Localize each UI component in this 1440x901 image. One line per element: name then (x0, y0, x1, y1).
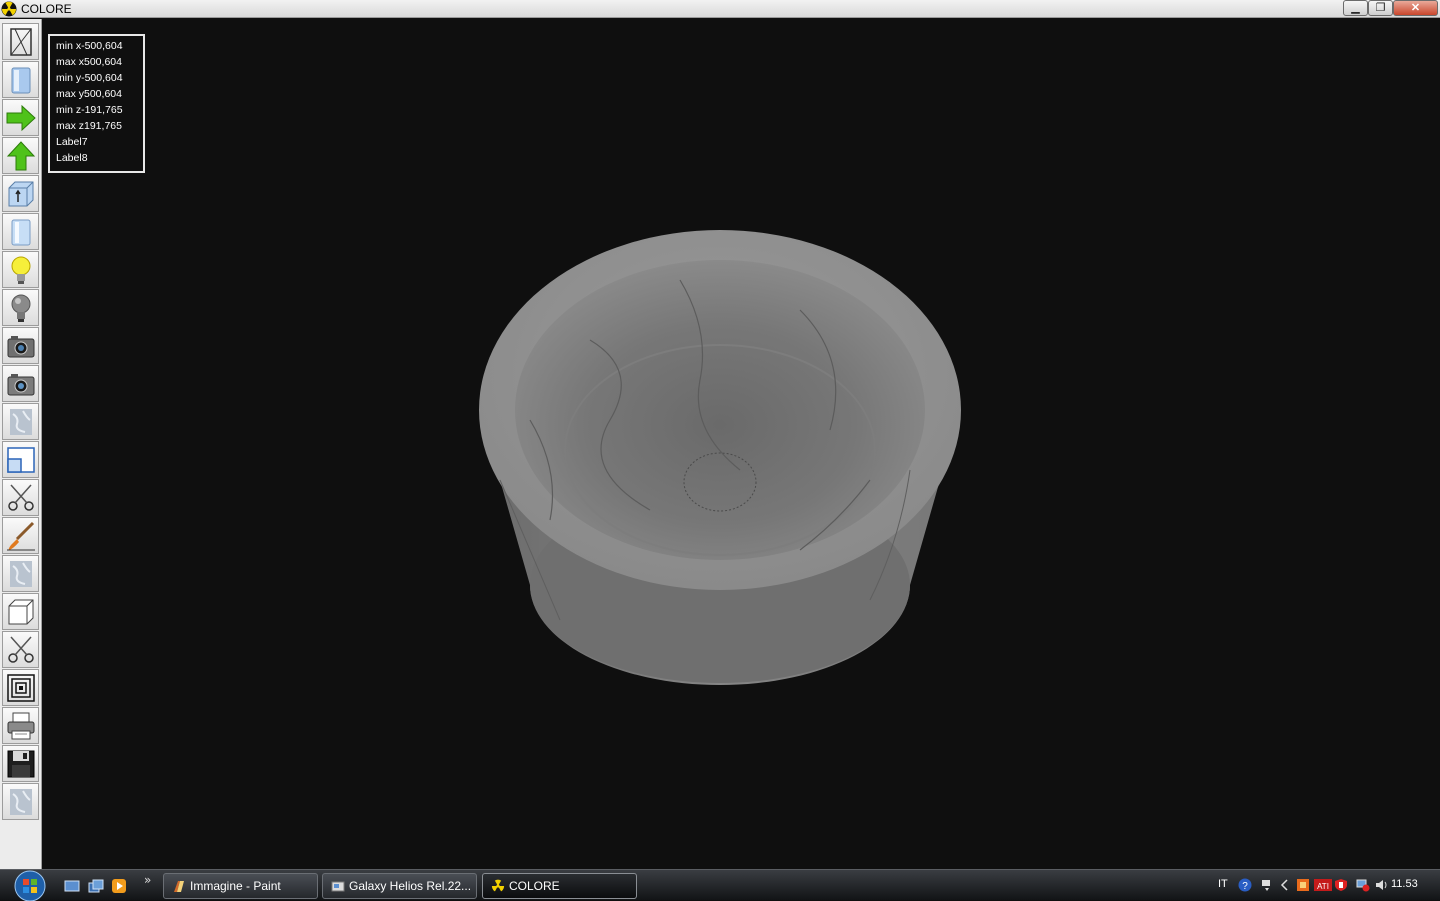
max-x-label: max x500,604 (56, 56, 122, 68)
camera-alt-tool[interactable] (2, 365, 39, 402)
shield-security-icon[interactable] (1334, 878, 1348, 892)
restore-button[interactable]: ❐ (1368, 0, 1393, 16)
light-bulb-on-tool[interactable] (2, 251, 39, 288)
language-bar-icon[interactable] (1260, 878, 1274, 892)
extrude-cube-icon (8, 181, 33, 206)
concentric-squares-tool[interactable] (2, 669, 39, 706)
paint-brush-tool[interactable] (2, 517, 39, 554)
taskbar: » Immagine - Paint Galaxy Helios Rel.22.… (0, 869, 1440, 901)
floppy-disk-icon (7, 750, 34, 777)
galaxy-helios-icon (331, 881, 345, 892)
arrow-right-tool[interactable] (2, 99, 39, 136)
solid-cylinder-tool[interactable] (2, 61, 39, 98)
start-button[interactable] (9, 870, 51, 901)
bounds-info-panel: min x-500,604 max x500,604 min y-500,604… (48, 34, 145, 173)
scissors-alt-icon (7, 636, 34, 663)
close-button[interactable]: ✕ (1393, 0, 1438, 16)
camera-icon (7, 335, 34, 357)
language-indicator[interactable]: IT (1218, 878, 1228, 890)
light-bulb-off-icon (11, 294, 30, 322)
marble-texture-third-tool[interactable] (2, 783, 39, 820)
task-galaxy-helios[interactable]: Galaxy Helios Rel.22... (322, 873, 477, 899)
task-label: Galaxy Helios Rel.22... (349, 879, 472, 893)
marble-texture-alt-icon (9, 560, 32, 587)
label8: Label8 (56, 152, 88, 164)
camera-tool[interactable] (2, 327, 39, 364)
help-icon[interactable]: ? (1238, 878, 1252, 892)
ati-icon[interactable]: ATI (1314, 878, 1332, 892)
marble-texture-alt-tool[interactable] (2, 555, 39, 592)
label7: Label7 (56, 136, 88, 148)
quick-launch-more[interactable]: » (144, 873, 151, 887)
max-z-label: max z191,765 (56, 120, 122, 132)
marble-texture-tool[interactable] (2, 403, 39, 440)
cube-icon (8, 599, 33, 624)
arrow-up-icon (6, 140, 35, 170)
camera-alt-icon (7, 373, 34, 395)
marble-texture-icon (9, 408, 32, 435)
switch-windows-icon[interactable] (88, 878, 104, 894)
paint-app-icon (174, 881, 184, 892)
light-bulb-off-tool[interactable] (2, 289, 39, 326)
task-label: Immagine - Paint (190, 879, 281, 893)
network-disconnected-icon[interactable] (1356, 878, 1370, 892)
max-y-label: max y500,604 (56, 88, 122, 100)
marble-texture-third-icon (9, 788, 32, 815)
scissors-tool[interactable] (2, 479, 39, 516)
arrow-up-tool[interactable] (2, 137, 39, 174)
task-label: COLORE (509, 879, 560, 893)
light-bulb-on-icon (11, 256, 30, 284)
extrude-cube-tool[interactable] (2, 175, 39, 212)
media-player-icon[interactable] (111, 878, 127, 894)
volume-icon[interactable] (1375, 878, 1389, 892)
radiation-app-icon (491, 879, 505, 892)
title-bar: COLORE ▁ ❐ ✕ (0, 0, 1440, 18)
window-title: COLORE (21, 2, 72, 16)
radiation-app-icon (1, 1, 17, 17)
concentric-squares-icon (6, 673, 35, 702)
left-toolbar (0, 19, 42, 869)
show-desktop-icon[interactable] (64, 878, 80, 894)
minimize-button[interactable]: ▁ (1343, 0, 1368, 16)
printer-tool[interactable] (2, 707, 39, 744)
clock[interactable]: 11.53 (1391, 878, 1418, 890)
system-tray: IT ? ATI 11.53 (1208, 870, 1440, 901)
task-paint[interactable]: Immagine - Paint (163, 873, 318, 899)
solid-cylinder-icon (11, 67, 30, 93)
min-z-label: min z-191,765 (56, 104, 123, 116)
arrow-right-icon (6, 104, 36, 131)
cylinder-light-icon (11, 219, 30, 245)
svg-text:?: ? (1242, 881, 1248, 892)
marble-bowl-model[interactable] (470, 220, 970, 690)
printer-icon (7, 712, 34, 739)
min-x-label: min x-500,604 (56, 40, 123, 52)
scissors-icon (7, 484, 34, 511)
wireframe-cylinder-tool[interactable] (2, 23, 39, 60)
cylinder-light-tool[interactable] (2, 213, 39, 250)
cube-tool[interactable] (2, 593, 39, 630)
scissors-alt-tool[interactable] (2, 631, 39, 668)
paint-brush-icon (6, 521, 35, 550)
task-colore[interactable]: COLORE (482, 873, 637, 899)
wireframe-cylinder-icon (9, 27, 32, 56)
window-view-icon (6, 446, 35, 473)
window-view-tool[interactable] (2, 441, 39, 478)
show-hidden-icons-chevron[interactable] (1278, 878, 1292, 892)
tray-app-orange-icon[interactable] (1296, 878, 1310, 892)
floppy-disk-tool[interactable] (2, 745, 39, 782)
svg-text:ATI: ATI (1317, 882, 1329, 891)
min-y-label: min y-500,604 (56, 72, 123, 84)
